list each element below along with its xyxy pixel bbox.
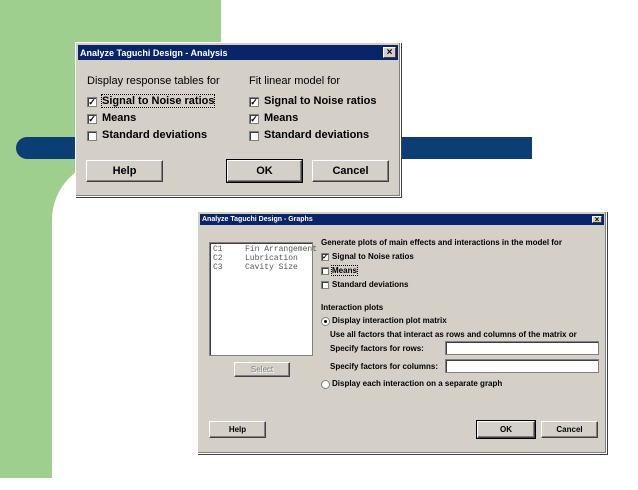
generate-heading: Generate plots of main effects and inter…: [321, 238, 562, 247]
plot-sn-label[interactable]: Signal to Noise ratios: [332, 252, 414, 261]
separate-graph-label[interactable]: Display each interaction on a separate g…: [332, 379, 502, 388]
close-icon: ×: [386, 47, 393, 58]
list-item[interactable]: C1 Fin Arrangement: [213, 245, 317, 254]
matrix-radio-label[interactable]: Display interaction plot matrix: [332, 316, 447, 325]
graphs-dialog: Analyze Taguchi Design - Graphs × C1 Fin …: [197, 211, 607, 454]
fit-sn-label[interactable]: Signal to Noise ratios: [264, 95, 376, 107]
fit-means-checkbox[interactable]: ✓: [249, 114, 259, 124]
matrix-radio[interactable]: [321, 317, 330, 326]
rows-input[interactable]: [445, 341, 599, 355]
fit-means-label[interactable]: Means: [264, 112, 298, 124]
response-stddev-checkbox[interactable]: [87, 131, 97, 141]
graphs-cancel-button[interactable]: Cancel: [541, 421, 598, 438]
check-icon: ✓: [88, 113, 96, 124]
cols-input[interactable]: [445, 359, 599, 373]
plot-stddev-label[interactable]: Standard deviations: [332, 280, 408, 289]
graphs-dialog-titlebar: Analyze Taguchi Design - Graphs ×: [200, 214, 604, 225]
check-icon: ✓: [322, 253, 328, 261]
list-item[interactable]: C2 Lubrication: [213, 254, 309, 263]
analysis-dialog-title: Analyze Taguchi Design - Analysis: [80, 47, 228, 58]
separate-graph-radio[interactable]: [321, 380, 330, 389]
check-icon: ✓: [250, 113, 258, 124]
matrix-note: Use all factors that interact as rows an…: [330, 330, 577, 339]
interaction-heading: Interaction plots: [321, 303, 384, 312]
response-means-label[interactable]: Means: [102, 112, 136, 124]
plot-means-checkbox[interactable]: [321, 267, 329, 275]
fit-model-heading: Fit linear model for: [249, 75, 341, 87]
response-tables-heading: Display response tables for: [87, 75, 220, 87]
plot-means-label[interactable]: Means: [331, 265, 358, 276]
graphs-dialog-title: Analyze Taguchi Design - Graphs: [202, 216, 313, 223]
analysis-close-button[interactable]: ×: [383, 47, 396, 58]
analysis-dialog-titlebar: Analyze Taguchi Design - Analysis ×: [78, 45, 398, 60]
plot-sn-checkbox[interactable]: ✓: [321, 253, 329, 261]
graphs-ok-button[interactable]: OK: [476, 420, 536, 439]
response-means-checkbox[interactable]: ✓: [87, 114, 97, 124]
list-item[interactable]: C3 Cavity Size: [213, 263, 309, 272]
graphs-help-button[interactable]: Help: [209, 421, 266, 438]
analysis-ok-button[interactable]: OK: [226, 159, 303, 183]
check-icon: ✓: [250, 96, 258, 107]
fit-stddev-label[interactable]: Standard deviations: [264, 129, 369, 141]
analysis-help-button[interactable]: Help: [86, 160, 163, 182]
plot-stddev-checkbox[interactable]: [321, 281, 329, 289]
fit-stddev-checkbox[interactable]: [249, 131, 259, 141]
rows-label: Specify factors for rows:: [330, 344, 424, 353]
column-listbox[interactable]: C1 Fin Arrangement C2 Lubrication C3 Cavity…: [209, 242, 317, 356]
check-icon: ✓: [88, 96, 96, 107]
close-icon: ×: [594, 215, 600, 224]
analysis-dialog: Analyze Taguchi Design - Analysis × Disp…: [75, 42, 401, 197]
analysis-cancel-button[interactable]: Cancel: [312, 160, 389, 182]
response-stddev-label[interactable]: Standard deviations: [102, 129, 207, 141]
response-sn-checkbox[interactable]: ✓: [87, 97, 97, 107]
cols-label: Specify factors for columns:: [330, 362, 439, 371]
fit-sn-checkbox[interactable]: ✓: [249, 97, 259, 107]
graphs-close-button[interactable]: ×: [592, 215, 602, 224]
response-sn-label[interactable]: Signal to Noise ratios: [100, 94, 216, 108]
select-button[interactable]: Select: [234, 362, 290, 377]
